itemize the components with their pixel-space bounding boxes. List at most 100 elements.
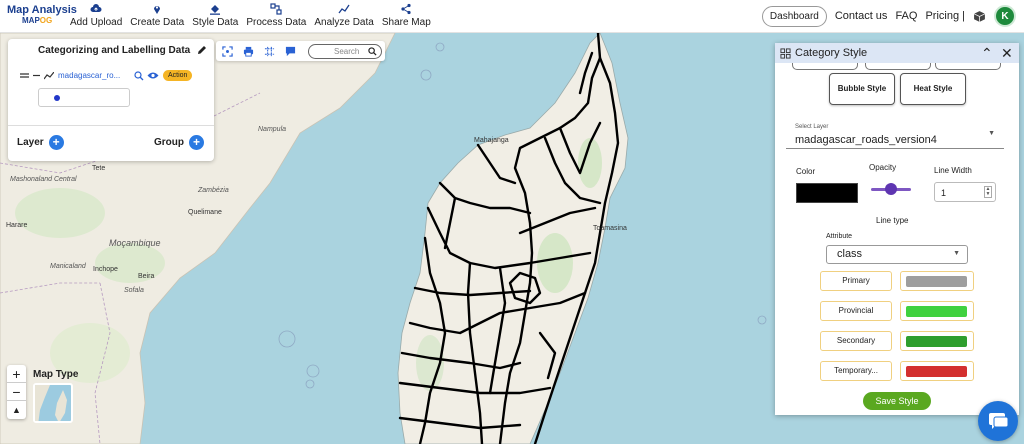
action-button[interactable]: Action <box>163 70 193 81</box>
faq-link[interactable]: FAQ <box>895 10 917 22</box>
analyze-icon <box>338 4 350 14</box>
pricing-link[interactable]: Pricing | <box>925 10 965 22</box>
map-toolbar: Search <box>216 41 385 61</box>
bubble-style-button[interactable]: Bubble Style <box>829 73 895 105</box>
measure-icon[interactable] <box>264 46 275 57</box>
save-style-button[interactable]: Save Style <box>863 392 931 410</box>
stepper-icon[interactable]: ▲ ▼ <box>984 186 992 198</box>
nav-style-data[interactable]: Style Data <box>192 3 238 28</box>
color-bar <box>906 276 967 287</box>
color-picker[interactable] <box>796 183 858 203</box>
nav-add-upload[interactable]: Add Upload <box>70 3 122 28</box>
layer-label: Layer <box>17 137 44 148</box>
attribute-value: class <box>837 248 863 260</box>
logo-subtitle: MAPOG <box>22 16 53 25</box>
pencil-icon[interactable] <box>196 44 208 56</box>
reset-north-button[interactable]: ▲ <box>7 401 26 419</box>
cloud-upload-icon <box>90 4 102 12</box>
nav-label: Style Data <box>192 17 239 28</box>
fullscreen-icon[interactable] <box>222 45 233 57</box>
collapse-icon[interactable]: ⌃ <box>981 45 993 62</box>
map-search-input[interactable]: Search <box>308 43 382 59</box>
legend-dot <box>54 95 60 101</box>
category-button-provincial[interactable]: Provincial <box>820 301 892 321</box>
color-label: Color <box>796 167 816 176</box>
line-width-input[interactable]: 1 ▲ ▼ <box>934 182 996 202</box>
cube-icon[interactable] <box>973 10 986 23</box>
main-nav: Add Upload Create Data Style Data Proces… <box>70 3 439 28</box>
color-bar <box>906 366 967 377</box>
polyline-icon <box>44 71 54 79</box>
divider <box>8 125 214 126</box>
dashboard-button[interactable]: Dashboard <box>761 5 827 27</box>
city-label-toamasina: Toamasina <box>593 225 627 232</box>
color-bar <box>906 336 967 347</box>
color-bar <box>906 306 967 317</box>
contact-link[interactable]: Contact us <box>835 10 888 22</box>
nav-process-data[interactable]: Process Data <box>246 3 306 28</box>
opacity-slider-handle[interactable] <box>885 183 897 195</box>
category-color-primary[interactable] <box>900 271 974 291</box>
category-color-provincial[interactable] <box>900 301 974 321</box>
city-label-beira: Beira <box>138 273 155 280</box>
select-layer-dropdown[interactable]: Select Layer madagascar_roads_version4 ▼ <box>786 119 1004 149</box>
top-navbar: Map Analysis MAPOG Add Upload Create Dat… <box>0 0 1024 33</box>
style-option-partial[interactable] <box>792 63 858 70</box>
layer-name-link[interactable]: madagascar_ro... <box>58 71 126 80</box>
share-icon <box>401 3 411 15</box>
drag-handle-icon[interactable] <box>20 72 29 79</box>
country-label-mozambique: Moçambique <box>109 238 161 248</box>
heat-style-button[interactable]: Heat Style <box>900 73 966 105</box>
user-avatar[interactable]: K <box>994 5 1016 27</box>
zoom-to-layer-icon[interactable] <box>134 70 144 81</box>
add-group-control: Group + <box>154 135 204 150</box>
layer-panel: Categorizing and Labelling Data madagasc… <box>8 39 214 161</box>
map-type-thumbnail[interactable] <box>33 383 73 423</box>
category-color-secondary[interactable] <box>900 331 974 351</box>
close-icon[interactable]: ✕ <box>1001 45 1013 62</box>
category-button-primary[interactable]: Primary <box>820 271 892 291</box>
category-button-temporary[interactable]: Temporary... <box>820 361 892 381</box>
chat-icon <box>989 413 1009 429</box>
category-button-secondary[interactable]: Secondary <box>820 331 892 351</box>
map-type-label: Map Type <box>33 369 79 380</box>
select-layer-value: madagascar_roads_version4 <box>795 134 937 146</box>
layer-legend <box>38 88 130 107</box>
search-icon[interactable] <box>368 46 377 56</box>
style-option-partial[interactable] <box>865 63 931 70</box>
region-label-nampula: Nampula <box>258 126 287 133</box>
region-label-zambezia: Zambézia <box>198 187 229 194</box>
right-nav: Dashboard Contact us FAQ Pricing | K <box>761 5 1016 27</box>
zoom-in-button[interactable]: + <box>7 365 26 383</box>
nav-create-data[interactable]: Create Data <box>130 3 184 28</box>
search-placeholder: Search <box>334 46 360 56</box>
panel-title: Category Style <box>795 47 868 59</box>
print-icon[interactable] <box>243 46 254 57</box>
layer-row: madagascar_ro... Action <box>20 70 210 81</box>
layer-panel-title: Categorizing and Labelling Data <box>38 45 191 56</box>
zoom-out-button[interactable]: − <box>7 383 26 401</box>
select-layer-label: Select Layer <box>795 124 829 130</box>
eye-icon[interactable] <box>147 71 159 80</box>
nav-label: Process Data <box>246 17 307 28</box>
nav-share-map[interactable]: Share Map <box>382 3 431 28</box>
nav-label: Analyze Data <box>314 17 374 28</box>
nav-label: Create Data <box>130 17 185 28</box>
category-color-temporary[interactable] <box>900 361 974 381</box>
city-label-tete: Tete <box>92 165 106 172</box>
app-logo[interactable]: Map Analysis MAPOG <box>7 4 77 25</box>
paint-bucket-icon <box>210 5 221 15</box>
panel-header: Category Style ⌃ ✕ <box>775 43 1019 63</box>
style-option-partial[interactable] <box>935 63 1001 70</box>
attribute-dropdown[interactable]: class ▼ <box>826 245 968 264</box>
zoom-controls: + − ▲ <box>7 365 26 419</box>
grid-icon <box>780 47 791 59</box>
add-layer-button[interactable]: + <box>48 135 64 150</box>
logo-title: Map Analysis <box>7 4 77 16</box>
add-group-button[interactable]: + <box>189 135 204 150</box>
line-dash-icon <box>33 74 40 77</box>
region-label-mashonaland: Mashonaland Central <box>10 176 77 183</box>
chat-button[interactable] <box>978 401 1018 441</box>
nav-analyze-data[interactable]: Analyze Data <box>314 3 374 28</box>
comment-icon[interactable] <box>285 46 296 57</box>
